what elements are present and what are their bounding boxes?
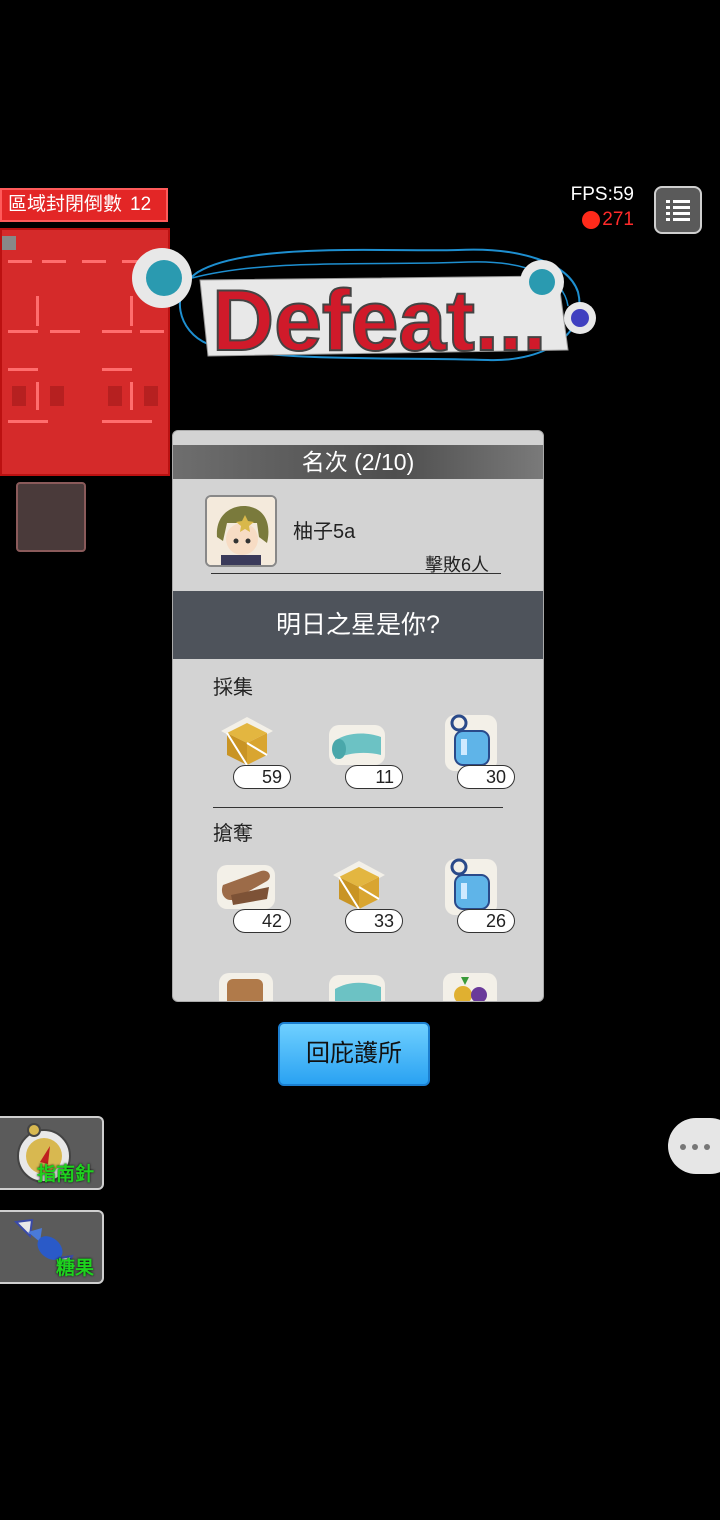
result-panel: 名次 (2/10) 柚子5a 擊敗6人 明日之星是你? 採集 59 11 30 … [172,430,544,1002]
player-avatar [205,495,277,567]
return-shelter-button[interactable]: 回庇護所 [278,1022,430,1086]
side-item-label: 糖果 [55,1258,94,1279]
chat-button[interactable] [668,1118,720,1174]
divider [211,573,501,574]
side-item-candy[interactable]: 糖果 [0,1210,104,1284]
item-count: 26 [457,909,515,933]
fruit-icon [443,973,497,1001]
side-item-compass[interactable]: 指南針 [0,1116,104,1190]
ping-dot-icon [582,211,601,229]
wood-log-icon [219,973,273,1001]
list-menu-icon [666,200,690,221]
dot [680,1144,686,1150]
ping-value: 271 [602,209,634,230]
item-count: 33 [345,909,403,933]
defeat-text: Defeat... [212,273,547,369]
player-name: 柚子5a [293,521,356,543]
item-count: 59 [233,765,291,789]
gather-item-cloth: 11 [325,711,417,791]
loot-title: 搶奪 [213,823,253,845]
fps-counter: FPS:59 [570,184,634,205]
dot [692,1144,698,1150]
ping-indicator: 271 [582,209,634,231]
loot-item-scroll: 42 [213,855,305,935]
item-count: 11 [345,765,403,789]
gather-item-crate: 59 [213,711,305,791]
zone-close-label: 區域封閉倒數 [8,194,123,215]
item-count: 42 [233,909,291,933]
loot-item-bottle: 26 [437,855,529,935]
gather-title: 採集 [213,677,253,699]
defeat-banner: Defeat... [128,232,608,382]
gather-item-bottle: 30 [437,711,529,791]
slogan-banner: 明日之星是你? [173,591,543,659]
rank-title: 名次 (2/10) [173,445,543,479]
divider [213,807,503,808]
item-count: 30 [457,765,515,789]
dot [704,1144,710,1150]
menu-button[interactable] [654,186,702,234]
zone-close-count: 12 [130,194,152,215]
zone-close-countdown: 區域封閉倒數 12 [0,188,168,222]
cloth-roll-icon [329,975,385,1001]
side-item-label: 指南針 [36,1164,94,1185]
loot-item-crate: 33 [325,855,417,935]
minimap-slot[interactable] [16,482,86,552]
